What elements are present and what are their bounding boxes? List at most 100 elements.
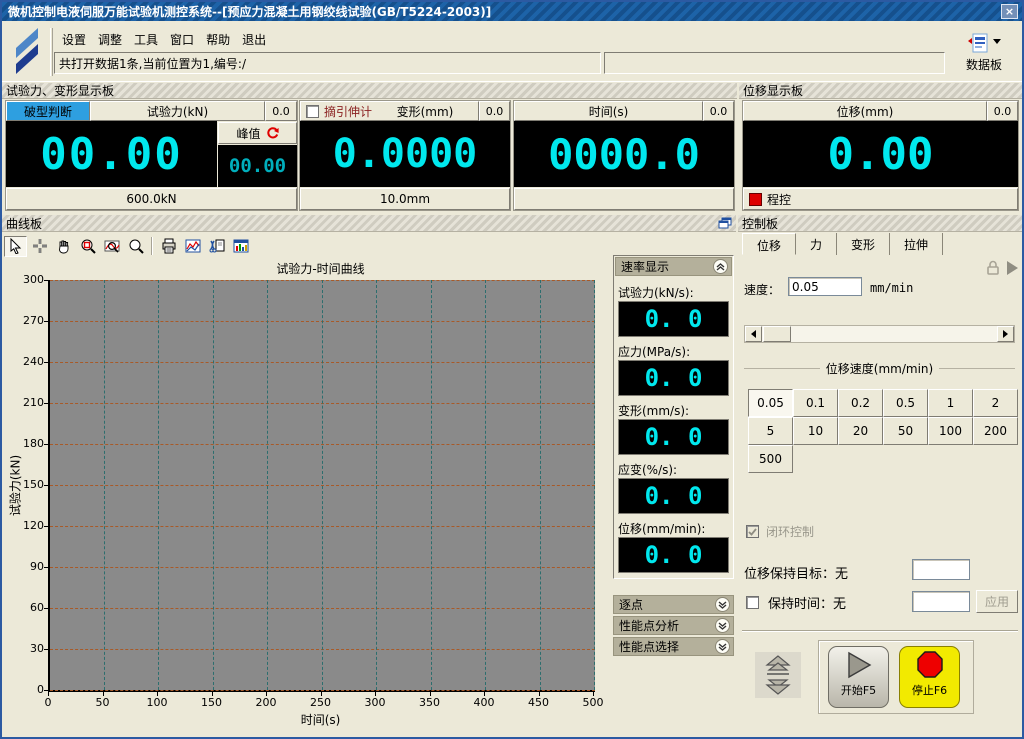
y-tick-mark — [44, 649, 48, 650]
section-bar-逐点[interactable]: 逐点 — [613, 595, 734, 614]
force-range-bar: 600.0kN — [6, 188, 297, 210]
h-gridline — [50, 403, 595, 404]
menu-item-帮助[interactable]: 帮助 — [200, 29, 236, 50]
chart-y-label: 试验力(kN) — [7, 411, 24, 561]
y-tick-label: 300 — [10, 273, 44, 286]
deform-channel-button[interactable]: 变形(mm) — [372, 103, 478, 120]
hold-time-row: 保持时间：无 — [746, 593, 846, 612]
speed-button-100[interactable]: 100 — [928, 417, 973, 445]
app-window: 微机控制电液伺服万能试验机测控系统--[预应力混凝土用钢绞线试验(GB/T522… — [0, 0, 1024, 739]
speed-button-1[interactable]: 1 — [928, 389, 973, 417]
force-value-display: 00.00 — [6, 121, 217, 187]
tool-hand-icon[interactable] — [52, 236, 75, 257]
hold-target-input[interactable] — [912, 559, 970, 580]
chevron-double-down-icon[interactable] — [715, 618, 730, 633]
speed-button-500[interactable]: 500 — [748, 445, 793, 473]
peak-button[interactable]: 峰值 — [218, 122, 297, 144]
v-gridline — [594, 280, 595, 690]
scrollbar-thumb[interactable] — [763, 326, 791, 342]
v-gridline — [104, 280, 105, 690]
menu-item-设置[interactable]: 设置 — [56, 29, 92, 50]
v-gridline — [540, 280, 541, 690]
speed-button-10[interactable]: 10 — [793, 417, 838, 445]
stop-octagon-icon — [915, 651, 945, 679]
chart-title: 试验力-时间曲线 — [48, 260, 593, 277]
tool-curve-options-icon[interactable] — [181, 236, 204, 257]
speed-button-0.5[interactable]: 0.5 — [883, 389, 928, 417]
stop-button-label: 停止F6 — [900, 682, 959, 698]
jog-up-down-icon — [761, 655, 795, 695]
menu-item-退出[interactable]: 退出 — [236, 29, 272, 50]
x-tick-mark — [321, 692, 322, 696]
force-channel-button[interactable]: 试验力(kN) — [90, 101, 265, 121]
menu-item-工具[interactable]: 工具 — [128, 29, 164, 50]
extensometer-checkbox[interactable] — [306, 105, 319, 118]
v-gridline — [376, 280, 377, 690]
speed-button-20[interactable]: 20 — [838, 417, 883, 445]
tool-crosshair-icon[interactable] — [28, 236, 51, 257]
h-gridline — [50, 321, 595, 322]
speed-button-5[interactable]: 5 — [748, 417, 793, 445]
tool-zoom-out-icon[interactable] — [124, 236, 147, 257]
break-judge-button[interactable]: 破型判断 — [6, 101, 90, 121]
rate-panel-title: 速率显示 — [621, 258, 669, 275]
speed-button-0.1[interactable]: 0.1 — [793, 389, 838, 417]
closed-loop-checkbox[interactable] — [746, 525, 759, 538]
jog-button[interactable] — [755, 652, 801, 698]
section-bar-性能点分析[interactable]: 性能点分析 — [613, 616, 734, 635]
y-tick-mark — [44, 526, 48, 527]
close-button[interactable]: × — [1001, 4, 1018, 19]
hold-time-input[interactable] — [912, 591, 970, 612]
tab-变形[interactable]: 变形 — [837, 233, 890, 255]
tool-copy-report-icon[interactable] — [205, 236, 228, 257]
tab-力[interactable]: 力 — [796, 233, 837, 255]
play-small-icon[interactable] — [1006, 260, 1019, 276]
hold-time-checkbox[interactable] — [746, 596, 759, 609]
menu-bar: 设置调整工具窗口帮助退出 — [56, 29, 272, 50]
chevron-up-icon[interactable] — [713, 259, 728, 274]
chart-x-label: 时间(s) — [48, 711, 593, 728]
tool-zoom-box-icon[interactable] — [76, 236, 99, 257]
speed-input[interactable]: 0.05 — [788, 277, 862, 296]
menu-item-调整[interactable]: 调整 — [92, 29, 128, 50]
speed-button-200[interactable]: 200 — [973, 417, 1018, 445]
section-bar-性能点选择[interactable]: 性能点选择 — [613, 637, 734, 656]
hold-time-label: 保持时间：无 — [768, 593, 846, 612]
speed-button-50[interactable]: 50 — [883, 417, 928, 445]
speed-button-2[interactable]: 2 — [973, 389, 1018, 417]
title-bar: 微机控制电液伺服万能试验机测控系统--[预应力混凝土用钢绞线试验(GB/T522… — [2, 2, 1022, 21]
x-tick-label: 50 — [85, 696, 121, 709]
curve-board: 曲线板 试验力-时间曲线 030609012015018021024027030… — [2, 215, 736, 737]
x-tick-label: 300 — [357, 696, 393, 709]
tool-cursor-icon[interactable] — [4, 236, 27, 257]
chevron-double-down-icon[interactable] — [715, 639, 730, 654]
speed-unit: mm/min — [870, 281, 913, 295]
tab-拉伸[interactable]: 拉伸 — [890, 233, 943, 255]
menu-item-窗口[interactable]: 窗口 — [164, 29, 200, 50]
tool-data-window-icon[interactable] — [229, 236, 252, 257]
speed-value: 0.05 — [792, 280, 819, 294]
start-button-label: 开始F5 — [829, 682, 888, 698]
y-tick-mark — [44, 567, 48, 568]
control-board-header: 控制板 — [738, 215, 1022, 232]
speed-button-0.2[interactable]: 0.2 — [838, 389, 883, 417]
scrollbar-right-button[interactable] — [997, 326, 1014, 342]
stop-button[interactable]: 停止F6 — [899, 646, 960, 708]
peak-value-display: 00.00 — [218, 145, 297, 187]
data-board-button[interactable]: 数据板 — [948, 33, 1020, 79]
chevron-double-down-icon[interactable] — [715, 597, 730, 612]
tool-print-icon[interactable] — [157, 236, 180, 257]
apply-button[interactable]: 应用 — [976, 590, 1018, 613]
speed-button-0.05[interactable]: 0.05 — [748, 389, 793, 417]
time-channel-button[interactable]: 时间(s) — [514, 101, 703, 121]
tool-zoom-curve-icon[interactable] — [100, 236, 123, 257]
toolbar-grip — [50, 28, 53, 76]
tab-位移[interactable]: 位移 — [742, 233, 796, 255]
window-restore-icon[interactable] — [718, 217, 732, 229]
displacement-channel-button[interactable]: 位移(mm) — [743, 101, 987, 121]
speed-scrollbar[interactable] — [744, 325, 1015, 343]
scrollbar-left-button[interactable] — [745, 326, 762, 342]
start-button[interactable]: 开始F5 — [828, 646, 889, 708]
peak-label: 峰值 — [236, 125, 260, 142]
y-tick-mark — [44, 485, 48, 486]
